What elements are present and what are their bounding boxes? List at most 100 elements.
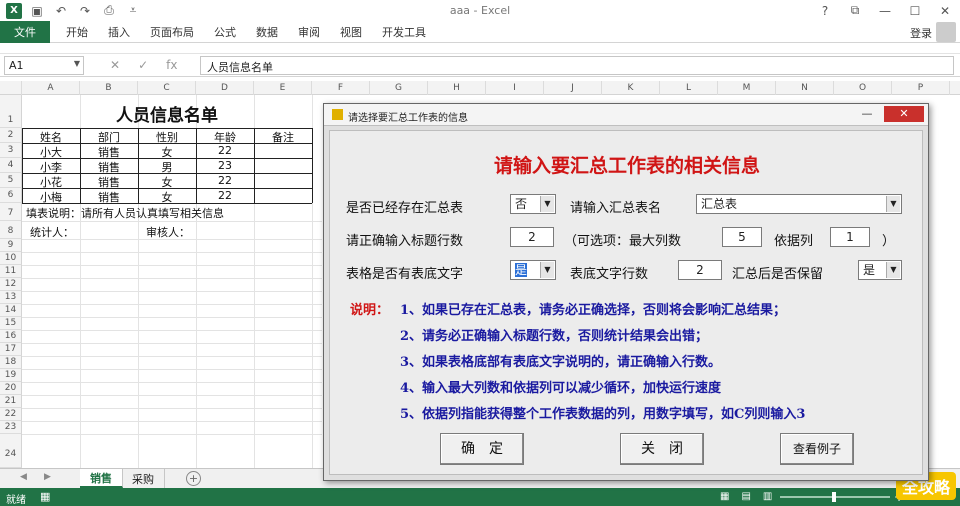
- row-header[interactable]: 14: [0, 304, 22, 317]
- page-layout-view-icon[interactable]: ▤: [741, 491, 750, 502]
- chevron-down-icon[interactable]: ▼: [74, 59, 80, 68]
- table-cell[interactable]: 22: [196, 144, 254, 157]
- column-header[interactable]: I: [486, 81, 544, 95]
- tab-developer[interactable]: 开发工具: [372, 21, 436, 43]
- row-header[interactable]: 8: [0, 221, 22, 239]
- table-header[interactable]: 部门: [80, 129, 138, 145]
- row-header[interactable]: 2: [0, 128, 22, 143]
- row-header[interactable]: 12: [0, 278, 22, 291]
- enter-icon[interactable]: ✓: [138, 58, 148, 72]
- column-header[interactable]: M: [718, 81, 776, 95]
- table-cell[interactable]: 22: [196, 189, 254, 202]
- undo-icon[interactable]: ↶: [52, 3, 70, 19]
- normal-view-icon[interactable]: ▦: [720, 491, 729, 502]
- table-cell[interactable]: 销售: [80, 159, 138, 175]
- table-cell[interactable]: 小梅: [22, 189, 80, 205]
- column-header[interactable]: C: [138, 81, 196, 95]
- row-header[interactable]: 3: [0, 143, 22, 158]
- page-break-view-icon[interactable]: ▥: [763, 491, 772, 502]
- print-preview-icon[interactable]: ⎙: [100, 3, 118, 19]
- row-header[interactable]: 19: [0, 369, 22, 382]
- row-header[interactable]: 23: [0, 421, 22, 434]
- sheet-tab-sales[interactable]: 销售: [80, 469, 123, 488]
- tab-home[interactable]: 开始: [56, 21, 98, 43]
- table-cell[interactable]: 女: [138, 189, 196, 205]
- table-cell[interactable]: 小大: [22, 144, 80, 160]
- row-header[interactable]: 1: [0, 95, 22, 128]
- row-header[interactable]: 4: [0, 158, 22, 173]
- chevron-down-icon[interactable]: ▼: [540, 196, 554, 212]
- row-header[interactable]: 15: [0, 317, 22, 330]
- save-icon[interactable]: ▣: [28, 3, 46, 19]
- macro-record-icon[interactable]: ▦: [40, 490, 50, 503]
- column-header[interactable]: L: [660, 81, 718, 95]
- column-header[interactable]: E: [254, 81, 312, 95]
- header-rows-input[interactable]: 2: [510, 227, 554, 247]
- zoom-thumb[interactable]: [832, 492, 836, 502]
- help-icon[interactable]: ?: [810, 0, 840, 21]
- table-header[interactable]: 姓名: [22, 129, 80, 145]
- row-header[interactable]: 6: [0, 188, 22, 203]
- dialog-minimize-icon[interactable]: —: [854, 106, 880, 122]
- select-all-corner[interactable]: [0, 81, 22, 95]
- column-header[interactable]: F: [312, 81, 370, 95]
- tab-insert[interactable]: 插入: [98, 21, 140, 43]
- column-header[interactable]: O: [834, 81, 892, 95]
- maximize-icon[interactable]: ☐: [900, 0, 930, 21]
- row-header[interactable]: 18: [0, 356, 22, 369]
- customize-qat-icon[interactable]: ⩡: [124, 3, 142, 19]
- row-header[interactable]: 21: [0, 395, 22, 408]
- sheet-title[interactable]: 人员信息名单: [22, 101, 312, 126]
- chevron-down-icon[interactable]: ▼: [886, 262, 900, 278]
- exists-select[interactable]: 否 ▼: [510, 194, 556, 214]
- row-header[interactable]: 17: [0, 343, 22, 356]
- close-icon[interactable]: ✕: [930, 0, 960, 21]
- row-header[interactable]: 9: [0, 239, 22, 252]
- chevron-down-icon[interactable]: ▼: [886, 196, 900, 212]
- stat-person-label[interactable]: 统计人：: [30, 224, 74, 240]
- table-cell[interactable]: 23: [196, 159, 254, 172]
- fill-instructions[interactable]: 填表说明：请所有人员认真填写相关信息: [26, 205, 224, 221]
- add-sheet-icon[interactable]: +: [186, 471, 201, 486]
- max-cols-input[interactable]: 5: [722, 227, 762, 247]
- column-header[interactable]: D: [196, 81, 254, 95]
- login-link[interactable]: 登录: [910, 25, 932, 41]
- row-header[interactable]: 20: [0, 382, 22, 395]
- table-cell[interactable]: 小李: [22, 159, 80, 175]
- chevron-down-icon[interactable]: ▼: [540, 262, 554, 278]
- redo-icon[interactable]: ↷: [76, 3, 94, 19]
- insert-function-icon[interactable]: fx: [166, 58, 177, 72]
- column-header[interactable]: P: [892, 81, 950, 95]
- tab-file[interactable]: 文件: [0, 20, 50, 43]
- reviewer-label[interactable]: 审核人：: [146, 224, 190, 240]
- column-header[interactable]: H: [428, 81, 486, 95]
- by-col-input[interactable]: 1: [830, 227, 870, 247]
- column-header[interactable]: K: [602, 81, 660, 95]
- row-header[interactable]: 10: [0, 252, 22, 265]
- tab-formulas[interactable]: 公式: [204, 21, 246, 43]
- column-header[interactable]: A: [22, 81, 80, 95]
- zoom-slider[interactable]: [780, 492, 890, 502]
- table-cell[interactable]: 女: [138, 144, 196, 160]
- name-box[interactable]: A1 ▼: [4, 56, 84, 75]
- tab-review[interactable]: 审阅: [288, 21, 330, 43]
- row-header[interactable]: 16: [0, 330, 22, 343]
- ok-button[interactable]: 确 定: [440, 433, 524, 465]
- table-cell[interactable]: 男: [138, 159, 196, 175]
- table-header[interactable]: 性别: [138, 129, 196, 145]
- table-header[interactable]: 年龄: [196, 129, 254, 145]
- table-cell[interactable]: 销售: [80, 189, 138, 205]
- sheet-tab-purchase[interactable]: 采购: [122, 469, 165, 488]
- row-header[interactable]: 5: [0, 173, 22, 188]
- column-header[interactable]: B: [80, 81, 138, 95]
- column-header[interactable]: J: [544, 81, 602, 95]
- footer-text-select[interactable]: 是 ▼: [510, 260, 556, 280]
- keep-select[interactable]: 是 ▼: [858, 260, 902, 280]
- row-header[interactable]: 22: [0, 408, 22, 421]
- tab-data[interactable]: 数据: [246, 21, 288, 43]
- scroll-left-icon[interactable]: ◀: [20, 472, 27, 482]
- close-button[interactable]: 关 闭: [620, 433, 704, 465]
- formula-input[interactable]: 人员信息名单: [200, 56, 954, 75]
- table-cell[interactable]: 小花: [22, 174, 80, 190]
- footer-rows-input[interactable]: 2: [678, 260, 722, 280]
